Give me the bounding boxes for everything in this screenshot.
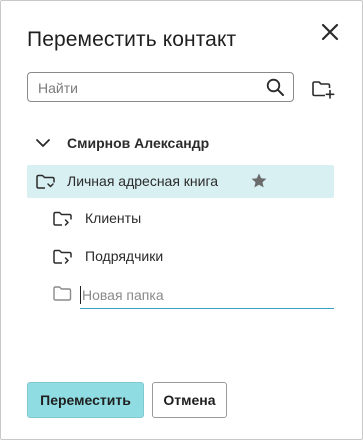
shared-folder-icon xyxy=(36,174,55,189)
tree-item-address-book[interactable]: Личная адресная книга xyxy=(27,165,334,198)
close-button[interactable] xyxy=(319,21,341,43)
new-folder-button[interactable] xyxy=(311,78,335,100)
search-input[interactable] xyxy=(36,77,260,99)
move-contact-dialog: Переместить контакт Смирнов Александр Ли… xyxy=(0,0,363,440)
star-icon[interactable] xyxy=(250,172,268,190)
folder-icon xyxy=(53,286,72,301)
search-box xyxy=(27,72,294,102)
shared-folder-icon xyxy=(53,249,72,264)
tree-item-label: Личная адресная книга xyxy=(67,173,219,189)
tree-owner-item[interactable]: Смирнов Александр xyxy=(35,132,209,154)
folder-add-icon xyxy=(312,81,335,99)
move-button[interactable]: Переместить xyxy=(27,382,144,418)
new-folder-name-input[interactable] xyxy=(80,282,334,309)
tree-item-label: Клиенты xyxy=(85,210,142,226)
chevron-down-icon[interactable] xyxy=(35,137,51,149)
tree-owner-label: Смирнов Александр xyxy=(67,135,210,151)
shared-folder-icon xyxy=(53,211,72,226)
new-folder-row xyxy=(53,282,334,312)
text-caret xyxy=(80,286,81,304)
close-icon xyxy=(321,23,339,41)
cancel-button[interactable]: Отмена xyxy=(152,382,227,418)
search-icon[interactable] xyxy=(266,78,285,97)
dialog-title: Переместить контакт xyxy=(27,28,237,51)
tree-item-label: Подрядчики xyxy=(85,248,164,264)
